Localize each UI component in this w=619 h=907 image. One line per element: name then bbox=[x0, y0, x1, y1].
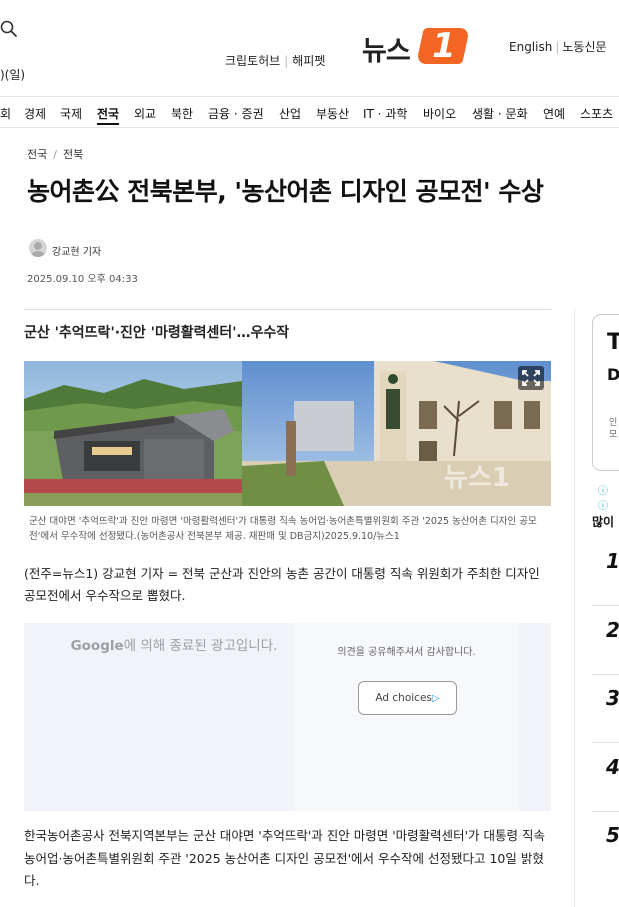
sidebar-card-line: 모 bbox=[609, 430, 618, 440]
breadcrumb-national[interactable]: 전국 bbox=[27, 148, 47, 161]
nav-item-society[interactable]: 회 bbox=[0, 105, 11, 122]
photo-caption: 군산 대야면 '추억뜨락'과 진안 마령면 '마령활력센터'가 대통령 직속 농… bbox=[29, 516, 537, 542]
nav-item-industry[interactable]: 산업 bbox=[279, 105, 301, 122]
english-link[interactable]: English bbox=[509, 40, 552, 54]
article-body: 한국농어촌공사 전북지역본부는 군산 대야면 '추억뜨락'과 진안 마령면 '마… bbox=[24, 828, 546, 888]
nav-item-economy[interactable]: 경제 bbox=[24, 105, 46, 122]
category-nav: 회 경제 국제 전국 외교 북한 금융 · 증권 산업 부동산 IT · 과학 … bbox=[0, 96, 619, 128]
most-read-title: 많이 bbox=[592, 515, 615, 529]
logo-number: 1 bbox=[432, 26, 456, 66]
nk-newspaper-link[interactable]: 노동신문 bbox=[562, 40, 606, 54]
nav-item-finance[interactable]: 금융 · 증권 bbox=[208, 105, 264, 122]
logo-text: 뉴스 bbox=[362, 36, 411, 67]
nav-item-diplomacy[interactable]: 외교 bbox=[134, 105, 156, 122]
sidebar-card-line: 인 bbox=[609, 418, 618, 428]
column-divider bbox=[574, 309, 575, 907]
photo-watermark: 뉴스1 bbox=[444, 463, 510, 493]
nav-item-it-science[interactable]: IT · 과학 bbox=[363, 105, 407, 122]
article-lead: (전주=뉴스1) 강교현 기자 = 전북 군산과 진안의 농촌 공간이 대통령 … bbox=[24, 566, 540, 603]
breadcrumb-jeonbuk[interactable]: 전북 bbox=[63, 148, 83, 161]
header-date: )(일) bbox=[0, 68, 26, 82]
sidebar-card-subtitle: D bbox=[607, 365, 619, 384]
publish-date: 2025.09.10 오후 04:33 bbox=[27, 274, 138, 285]
ad-choices-button[interactable]: Ad choices▷ bbox=[358, 681, 457, 715]
article-photo[interactable]: 뉴스1 bbox=[24, 361, 551, 506]
rank-number[interactable]: 5 bbox=[606, 823, 619, 847]
rank-number[interactable]: 4 bbox=[606, 755, 619, 779]
divider bbox=[24, 309, 551, 310]
sidebar-card-title: T bbox=[607, 330, 619, 355]
nav-item-northkorea[interactable]: 북한 bbox=[171, 105, 193, 122]
ad-choices-label: Ad choices bbox=[375, 692, 432, 704]
adchoices-icon: ▷ bbox=[431, 693, 440, 704]
header-links: 크립토허브 | 해피펫 bbox=[225, 54, 326, 68]
nav-item-bio[interactable]: 바이오 bbox=[423, 105, 456, 122]
ad-ended-text: 에 의해 종료된 광고입니다. bbox=[123, 638, 278, 654]
info-icon[interactable]: ⓘ ⓘ bbox=[598, 482, 619, 512]
crypto-hub-link[interactable]: 크립토허브 bbox=[225, 54, 280, 68]
divider bbox=[592, 811, 619, 812]
breadcrumb: 전국 / 전북 bbox=[27, 148, 84, 161]
article-subhead: 군산 '추억뜨락'·진안 '마령활력센터'…우수작 bbox=[24, 325, 290, 341]
rank-number[interactable]: 1 bbox=[606, 549, 619, 573]
divider bbox=[592, 605, 619, 606]
rank-number[interactable]: 3 bbox=[606, 686, 619, 710]
happypet-link[interactable]: 해피펫 bbox=[292, 54, 325, 68]
reporter-name[interactable]: 강교현 기자 bbox=[52, 243, 101, 258]
ad-closed-message: Google에 의해 종료된 광고입니다. bbox=[54, 637, 294, 655]
nav-item-realestate[interactable]: 부동산 bbox=[316, 105, 349, 122]
reporter-avatar bbox=[29, 239, 47, 257]
sidebar-card-text: 인 모 bbox=[609, 417, 617, 441]
search-icon[interactable] bbox=[0, 20, 18, 38]
divider bbox=[592, 674, 619, 675]
nav-item-sports[interactable]: 스포츠 bbox=[580, 105, 613, 122]
nav-item-national[interactable]: 전국 bbox=[97, 105, 120, 125]
nav-item-world[interactable]: 국제 bbox=[60, 105, 82, 122]
divider bbox=[592, 742, 619, 743]
google-logo: Google bbox=[70, 638, 124, 654]
language-links: English | 노동신문 bbox=[509, 40, 607, 54]
article-headline: 농어촌公 전북본부, '농산어촌 디자인 공모전' 수상 bbox=[27, 177, 544, 206]
expand-icon[interactable] bbox=[518, 366, 544, 390]
ad-thanks-text: 의견을 공유해주셔서 감사합니다. bbox=[337, 647, 476, 658]
rank-number[interactable]: 2 bbox=[606, 618, 619, 642]
nav-item-entertainment[interactable]: 연예 bbox=[543, 105, 565, 122]
nav-item-life-culture[interactable]: 생활 · 문화 bbox=[472, 105, 528, 122]
